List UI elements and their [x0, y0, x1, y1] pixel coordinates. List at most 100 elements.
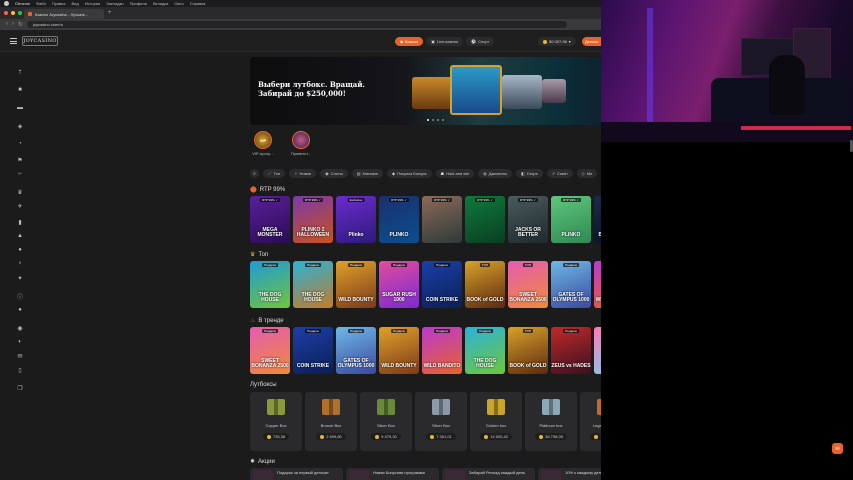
carousel-dot[interactable]: [442, 119, 444, 121]
zoom-window-icon[interactable]: [18, 11, 22, 15]
game-card[interactable]: RTP 99% ✓ PLINKO: [551, 196, 591, 243]
game-card[interactable]: ПодарокWILD BANDITO: [594, 261, 601, 308]
nav-sport[interactable]: ⚽ Спорт: [466, 37, 495, 46]
trash-icon[interactable]: ▮: [17, 219, 23, 226]
filter-crash[interactable]: ↗ Crash: [546, 169, 573, 178]
lootbox-icon[interactable]: ■: [17, 87, 23, 93]
lootbox-card[interactable]: Platinum box 38 798,05: [525, 392, 577, 451]
tournament-icon[interactable]: ◈: [17, 123, 23, 130]
search-icon[interactable]: ⌕: [250, 169, 259, 178]
game-card[interactable]: Подарок GATES OF OLYMPUS 1000: [551, 261, 591, 308]
lootbox-card[interactable]: Bronze Box 2 659,80: [305, 392, 357, 451]
nav-live-casino[interactable]: ▣ Live-казино: [426, 37, 464, 46]
game-card[interactable]: ТОП BOOK of GOLD: [465, 261, 505, 308]
game-card[interactable]: ТОП BOOK of GOLD: [508, 327, 548, 374]
rocket-icon[interactable]: ✦: [17, 275, 23, 282]
filter-slots[interactable]: ◉ Слоты: [320, 169, 348, 178]
info-icon[interactable]: ⓘ: [17, 293, 23, 301]
menu-help[interactable]: Справка: [190, 1, 206, 6]
game-card[interactable]: Подарок WILD BOUNTY: [379, 327, 419, 374]
new-tab-icon[interactable]: +: [108, 10, 112, 16]
lootbox-card[interactable]: Legendary box 73 018,11: [580, 392, 601, 451]
site-logo[interactable]: JOYCASINO: [22, 36, 58, 46]
menu-history[interactable]: История: [85, 1, 101, 6]
carousel-dot[interactable]: [427, 119, 429, 121]
chart-icon[interactable]: ⌐: [17, 171, 23, 177]
game-card[interactable]: Подарок SUGAR RUSH 1000: [379, 261, 419, 308]
game-card[interactable]: ПодарокSWEET BONANZA: [594, 327, 601, 374]
plane-icon[interactable]: ✈: [17, 203, 23, 210]
filter-drops[interactable]: ◧ Drops: [516, 169, 543, 178]
url-bar[interactable]: joycasino.com/ru: [27, 21, 568, 28]
game-card[interactable]: ТОП SWEET BONANZA 2500: [508, 261, 548, 308]
game-card[interactable]: Подарок COIN STRIKE: [293, 327, 333, 374]
filter-more[interactable]: ◇ Ме: [576, 169, 598, 178]
clock-icon[interactable]: ◔: [17, 141, 23, 147]
filter-top[interactable]: ☄ Топ: [263, 169, 286, 178]
minimize-window-icon[interactable]: [11, 11, 15, 15]
menu-tab[interactable]: Вкладка: [153, 1, 168, 6]
menu-file[interactable]: Файл: [36, 1, 46, 6]
deposit-button[interactable]: Депози: [582, 37, 601, 46]
story-vip[interactable]: VIP VIP-прогр...: [250, 131, 276, 156]
carousel-dot[interactable]: [432, 119, 434, 121]
back-icon[interactable]: ‹: [6, 21, 8, 28]
game-card[interactable]: Подарок WILD BOUNTY: [336, 261, 376, 308]
crown-icon[interactable]: ♛: [17, 189, 23, 196]
support-icon[interactable]: ◉: [17, 325, 23, 332]
mail-icon[interactable]: ✉: [17, 353, 23, 360]
game-card[interactable]: Подарок ZEUS vs HADES: [551, 327, 591, 374]
menu-window[interactable]: Окно: [174, 1, 183, 6]
game-card[interactable]: RTP 99% ✓: [465, 196, 505, 243]
telegram-icon[interactable]: ◐: [17, 339, 23, 345]
lootbox-card[interactable]: Copper Box 735,38: [250, 392, 302, 451]
game-card[interactable]: RTP 99% ✓ PLINKO 2 HALLOWEEN: [293, 196, 333, 243]
game-card[interactable]: RTP 99% ✓: [422, 196, 462, 243]
game-card[interactable]: Подарок THE DOG HOUSE: [293, 261, 333, 308]
lootbox-card[interactable]: Golden box 14 600,42: [470, 392, 522, 451]
browser-tab[interactable]: Казино Joycasino - Лучшие...: [24, 9, 104, 19]
apple-icon[interactable]: [4, 1, 9, 6]
forward-icon[interactable]: ›: [12, 21, 14, 28]
copy-icon[interactable]: ❐: [17, 385, 23, 392]
lootbox-price-button[interactable]: 38 798,05: [535, 433, 567, 440]
carousel-dot[interactable]: [437, 119, 439, 121]
game-card[interactable]: Подарок SWEET BONANZA 2500: [250, 327, 290, 374]
close-window-icon[interactable]: [4, 11, 8, 15]
filter-shop[interactable]: ▤ Магазин: [351, 169, 383, 178]
game-card[interactable]: Подарок GATES OF OLYMPUS 1000: [336, 327, 376, 374]
game-card[interactable]: Подарок COIN STRIKE: [422, 261, 462, 308]
game-card[interactable]: Подарок THE DOG HOUSE: [465, 327, 505, 374]
lootbox-price-button[interactable]: 14 600,42: [480, 433, 512, 440]
chat-bubble-icon[interactable]: ▬: [17, 105, 23, 111]
chat-support-button[interactable]: ✉: [832, 443, 843, 454]
lootbox-price-button[interactable]: 73 018,11: [590, 433, 601, 440]
lootbox-price-button[interactable]: 735,38: [262, 433, 290, 440]
game-card[interactable]: Подарок THE DOG HOUSE: [250, 261, 290, 308]
promo-banner[interactable]: Выбери лутбокс. Вращай. Забирай до $250,…: [250, 57, 601, 125]
trophy-icon[interactable]: ♆: [17, 261, 23, 267]
reload-icon[interactable]: ↻: [18, 21, 23, 28]
game-card[interactable]: ПодарокWILD BANDITO: [422, 327, 462, 374]
lootbox-card[interactable]: Silver Box 7 361,01: [415, 392, 467, 451]
menu-profiles[interactable]: Профили: [130, 1, 147, 6]
lootbox-price-button[interactable]: 5 479,30: [371, 433, 401, 440]
game-card[interactable]: Exclusive Plinko: [336, 196, 376, 243]
game-card[interactable]: RTP 99% ✓ MEGA MONSTER: [250, 196, 290, 243]
promo-card[interactable]: Новая Бонусная программа: [346, 468, 439, 480]
game-card[interactable]: RTP 99% ✓ PLINKO: [379, 196, 419, 243]
menu-bookmarks[interactable]: Закладки: [106, 1, 123, 6]
filter-hold-and-win[interactable]: ☗ Hold and win: [435, 169, 475, 178]
menu-edit[interactable]: Правка: [52, 1, 66, 6]
nav-casino[interactable]: ◆ Казино: [395, 37, 424, 46]
promo-card[interactable]: Забирай Релоад каждый день: [442, 468, 535, 480]
story-welcome[interactable]: Приветст...: [288, 131, 314, 156]
lootbox-price-button[interactable]: 7 361,01: [426, 433, 456, 440]
up-arrow-icon[interactable]: ⇡: [17, 69, 23, 76]
game-card[interactable]: RTP 99% ✓ JACKS OR BETTER: [508, 196, 548, 243]
balance-display[interactable]: 50 007,96 ▾: [538, 37, 576, 46]
game-card[interactable]: RTP 99% ✓BLACKJACK: [594, 196, 601, 243]
promo-card[interactable]: 10% к каждому депозиту в: [538, 468, 601, 480]
flag-icon[interactable]: ⚑: [17, 157, 23, 164]
filter-jackpots[interactable]: ◍ Джекпоты: [478, 169, 513, 178]
